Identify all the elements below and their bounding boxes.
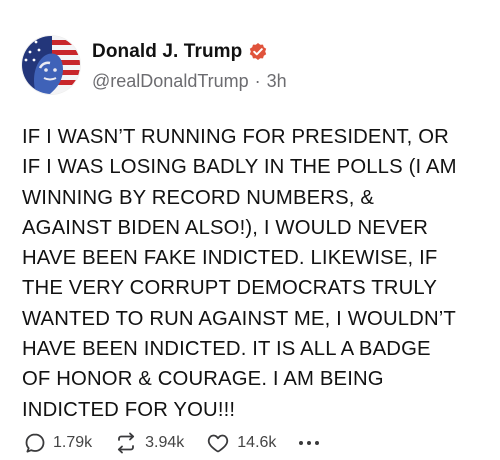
author-handle[interactable]: @realDonaldTrump — [92, 71, 249, 92]
like-button[interactable]: 14.6k — [206, 432, 276, 454]
reply-icon — [24, 432, 46, 454]
author-display-name[interactable]: Donald J. Trump — [92, 41, 242, 63]
retruth-count: 3.94k — [145, 434, 185, 451]
avatar-image — [22, 36, 80, 94]
retruth-icon — [114, 432, 138, 454]
post-card: Donald J. Trump @realDonaldTrump · 3h IF… — [0, 0, 500, 460]
like-count: 14.6k — [237, 434, 277, 451]
avatar[interactable] — [22, 36, 80, 94]
post-body-line: HAVE BEEN INDICTED. IT IS ALL A BADGE — [22, 338, 431, 361]
post-body-line: IF I WAS LOSING BADLY IN THE POLLS (I AM — [22, 156, 457, 179]
post-timestamp[interactable]: 3h — [267, 71, 287, 92]
author-handle-row: @realDonaldTrump · 3h — [92, 71, 287, 92]
author-identity: Donald J. Trump @realDonaldTrump · 3h — [92, 36, 287, 92]
heart-icon — [206, 432, 230, 454]
verified-badge-icon — [248, 42, 268, 62]
more-icon — [298, 434, 320, 452]
post-body-line: INDICTED FOR YOU!!! — [22, 398, 236, 421]
post-body-line: AGAINST BIDEN ALSO!), I WOULD NEVER — [22, 216, 429, 239]
retruth-button[interactable]: 3.94k — [114, 432, 184, 454]
post-body-line: IF I WASN’T RUNNING FOR PRESIDENT, OR — [22, 126, 449, 148]
post-body-line: WANTED TO RUN AGAINST ME, I WOULDN’T — [22, 307, 456, 330]
post-body-line: OF HONOR & COURAGE. I AM BEING — [22, 368, 384, 391]
post-body: IF I WASN’T RUNNING FOR PRESIDENT, OR IF… — [22, 122, 482, 425]
post-header: Donald J. Trump @realDonaldTrump · 3h — [22, 36, 287, 94]
post-body-line: THE VERY CORRUPT DEMOCRATS TRULY — [22, 277, 437, 300]
separator-dot: · — [254, 71, 261, 91]
reply-button[interactable]: 1.79k — [24, 432, 92, 454]
post-actions-bar: 1.79k 3.94k 14.6k — [24, 428, 320, 458]
author-name-row: Donald J. Trump — [92, 39, 287, 65]
post-body-line: WINNING BY RECORD NUMBERS, & — [22, 186, 375, 209]
reply-count: 1.79k — [53, 434, 93, 451]
more-options-button[interactable] — [298, 433, 320, 453]
post-body-line: HAVE BEEN FAKE INDICTED. LIKEWISE, IF — [22, 247, 438, 270]
